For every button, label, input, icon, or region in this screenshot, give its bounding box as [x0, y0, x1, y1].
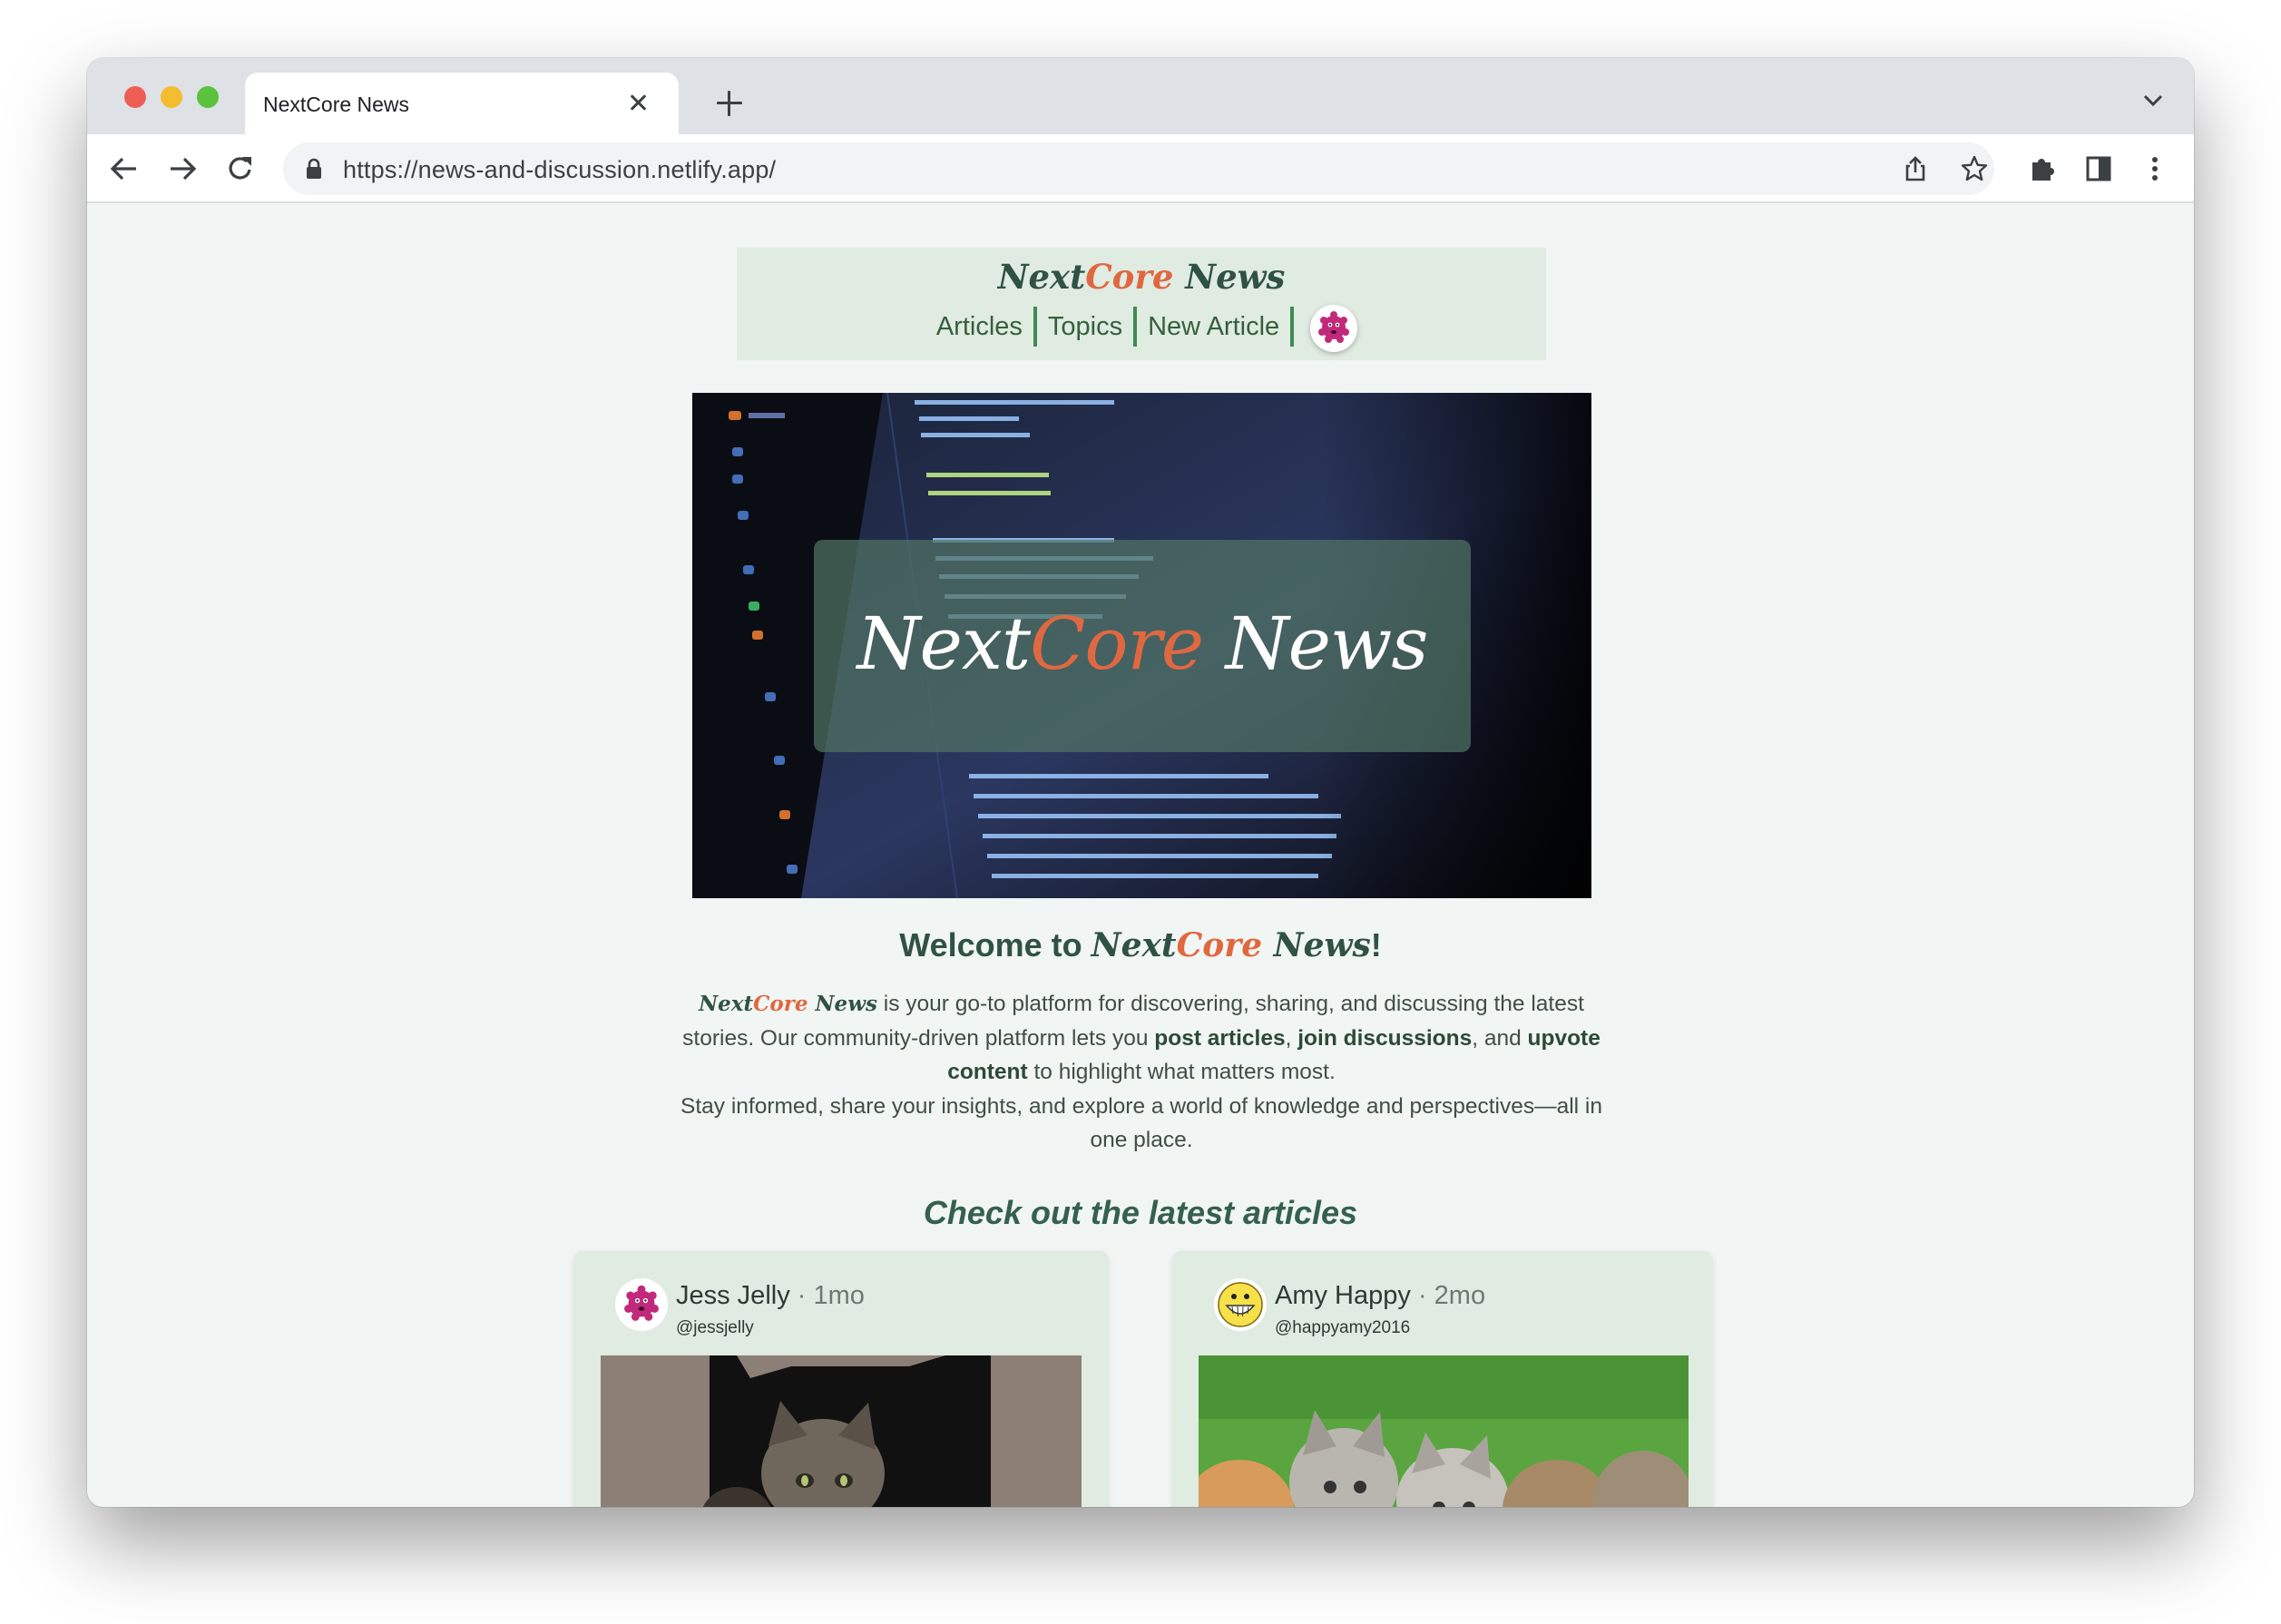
intro-second-paragraph: Stay informed, share your insights, and …	[680, 1093, 1602, 1153]
article-image[interactable]	[601, 1355, 1082, 1507]
brand-news: News	[1185, 257, 1286, 297]
article-image[interactable]	[1199, 1355, 1689, 1507]
brand-next: Next	[997, 257, 1086, 297]
extensions-puzzle-icon[interactable]	[2025, 152, 2060, 186]
intro-and: , and	[1472, 1025, 1528, 1051]
hero-title: NextCore News	[814, 602, 1471, 686]
article-card[interactable]: Jess Jelly · 1mo @jessjelly	[573, 1251, 1109, 1507]
welcome-prefix: Welcome to	[899, 926, 1092, 964]
tab-title: NextCore News	[263, 93, 410, 116]
hero-banner: NextCore News	[692, 393, 1591, 898]
hero-title-next: Next	[857, 602, 1032, 686]
author-name-line: Jess Jelly · 1mo	[676, 1281, 865, 1311]
happy-face-icon	[1218, 1282, 1263, 1327]
hero-title-core: Core	[1030, 602, 1204, 686]
site-header: NextCore News Articles Topics New Articl…	[737, 248, 1546, 360]
browser-toolbar: https://news-and-discussion.netlify.app/	[87, 134, 2194, 203]
close-window-button[interactable]	[124, 86, 146, 108]
hero-title-news: News	[1225, 602, 1429, 686]
back-arrow-icon[interactable]	[107, 152, 142, 186]
author-handle[interactable]: @happyamy2016	[1275, 1318, 1410, 1338]
kittens-on-grass-image	[1199, 1355, 1689, 1507]
intro-paragraph: NextCore News is your go-to platform for…	[668, 987, 1615, 1158]
intro-comma: ,	[1285, 1025, 1298, 1051]
page-content: NextCore News Articles Topics New Articl…	[87, 203, 2194, 1507]
author-handle[interactable]: @jessjelly	[676, 1318, 754, 1338]
brand-core: Core	[1176, 926, 1263, 964]
nav-divider	[1290, 307, 1295, 347]
minimize-window-button[interactable]	[161, 86, 182, 108]
cats-in-box-image	[601, 1355, 1082, 1507]
reload-icon[interactable]	[223, 152, 258, 186]
author-name[interactable]: Amy Happy	[1275, 1281, 1411, 1310]
bookmark-star-icon[interactable]	[1960, 154, 1989, 183]
jelly-monster-icon	[1318, 311, 1350, 343]
lock-icon[interactable]	[305, 158, 323, 180]
address-bar[interactable]: https://news-and-discussion.netlify.app/	[283, 142, 1994, 195]
close-icon[interactable]	[628, 93, 648, 113]
brand-news: News	[815, 992, 877, 1016]
nav-new-article-link[interactable]: New Article	[1137, 312, 1290, 342]
separator-dot: ·	[789, 1281, 814, 1310]
welcome-suffix: !	[1370, 926, 1382, 964]
tab-bar: NextCore News	[87, 58, 2194, 134]
jelly-monster-icon	[624, 1285, 659, 1321]
brand-next: Next	[699, 992, 754, 1016]
main-nav: Articles Topics New Article	[737, 304, 1546, 352]
intro-join-discussions: join discussions	[1297, 1025, 1473, 1051]
url-text: https://news-and-discussion.netlify.app/	[343, 156, 777, 183]
browser-tab[interactable]: NextCore News	[245, 73, 679, 134]
share-icon[interactable]	[1902, 155, 1929, 182]
forward-arrow-icon[interactable]	[165, 152, 200, 186]
post-time: 1mo	[813, 1281, 865, 1310]
post-time: 2mo	[1434, 1281, 1486, 1310]
browser-window: NextCore News https://news-and-discussio…	[87, 58, 2194, 1507]
nav-articles-link[interactable]: Articles	[925, 312, 1033, 342]
separator-dot: ·	[1410, 1281, 1434, 1310]
side-panel-icon[interactable]	[2081, 152, 2116, 186]
hero-title-panel: NextCore News	[814, 540, 1471, 752]
article-card[interactable]: Amy Happy · 2mo @happyamy2016	[1172, 1251, 1713, 1507]
chevron-down-icon[interactable]	[2143, 94, 2163, 107]
site-logo[interactable]: NextCore News	[737, 257, 1546, 297]
user-avatar[interactable]	[1310, 305, 1358, 352]
nav-topics-link[interactable]: Topics	[1037, 312, 1133, 342]
latest-articles-heading: Check out the latest articles	[923, 1194, 1358, 1231]
intro-post-articles: post articles	[1154, 1025, 1286, 1051]
brand-core: Core	[1085, 257, 1174, 297]
plus-icon[interactable]	[717, 91, 742, 116]
intro-text-end: to highlight what matters most.	[1027, 1060, 1336, 1084]
more-vertical-icon[interactable]	[2138, 152, 2172, 186]
welcome-heading: Welcome to NextCore News!	[87, 926, 2194, 964]
brand-core: Core	[753, 992, 808, 1016]
author-name-line: Amy Happy · 2mo	[1275, 1281, 1485, 1311]
author-name[interactable]: Jess Jelly	[676, 1281, 790, 1310]
maximize-window-button[interactable]	[197, 86, 219, 108]
brand-next: Next	[1091, 926, 1177, 964]
author-avatar[interactable]	[615, 1278, 668, 1331]
author-avatar[interactable]	[1214, 1278, 1267, 1331]
brand-news: News	[1273, 926, 1371, 964]
